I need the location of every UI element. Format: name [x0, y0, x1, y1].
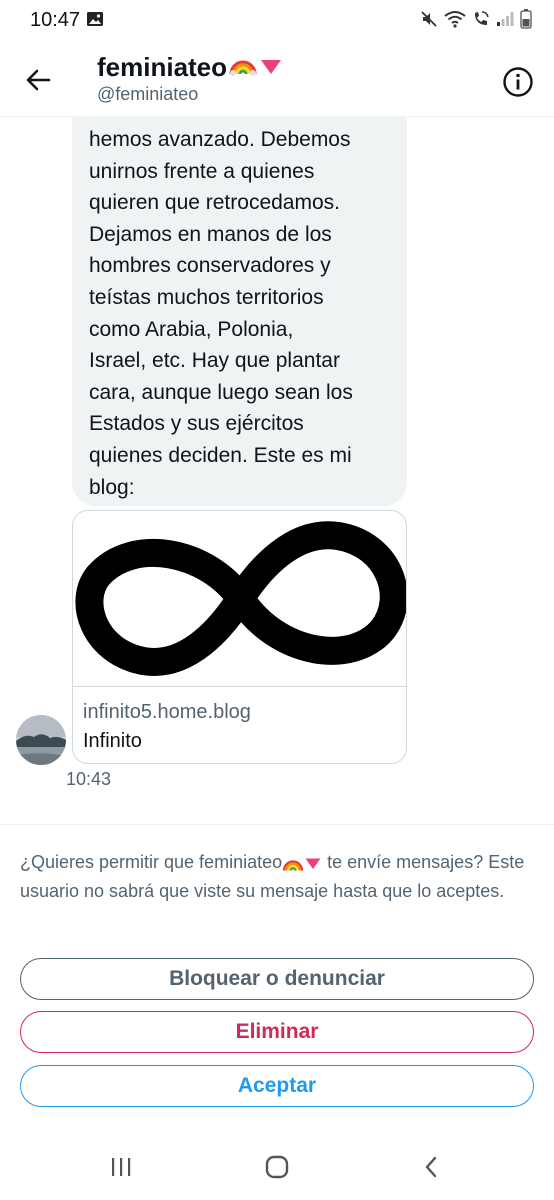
- arrow-left-icon: [25, 67, 51, 98]
- message-timestamp: 10:43: [66, 769, 112, 789]
- back-icon: [421, 1155, 441, 1184]
- battery-icon: [520, 9, 532, 34]
- card-image: [73, 511, 406, 687]
- info-icon: [502, 67, 534, 102]
- status-icons: [420, 9, 532, 34]
- home-icon: [264, 1154, 290, 1185]
- status-time: 10:47: [30, 9, 81, 31]
- conversation-header: feminiateo @feminiateo: [0, 40, 554, 117]
- user-display-name[interactable]: feminiateo: [97, 52, 283, 83]
- recents-button[interactable]: [101, 1154, 141, 1184]
- delete-label: Eliminar: [235, 1020, 319, 1043]
- navigation-bar: [0, 1140, 554, 1200]
- message-bubble: hemos avanzado. Debemos unirnos frente a…: [72, 116, 407, 506]
- delete-button[interactable]: Eliminar: [20, 1011, 534, 1053]
- red-triangle-icon: [304, 855, 322, 871]
- block-report-button[interactable]: Bloquear o denunciar: [20, 958, 534, 1000]
- avatar[interactable]: [16, 715, 66, 765]
- wifi-icon: [444, 10, 466, 33]
- user-name-text: feminiateo: [97, 52, 228, 82]
- request-text-before: ¿Quieres permitir que feminiateo: [20, 852, 283, 872]
- user-handle: @feminiateo: [97, 84, 199, 104]
- card-title: Infinito: [83, 730, 142, 752]
- rainbow-emoji-icon: [282, 854, 304, 872]
- back-button[interactable]: [20, 64, 56, 100]
- wifi-call-icon: [472, 10, 490, 33]
- message-request-prompt: ¿Quieres permitir que feminiateo te enví…: [20, 848, 535, 906]
- image-icon: [86, 10, 104, 33]
- divider: [0, 824, 554, 825]
- home-button[interactable]: [257, 1154, 297, 1184]
- status-bar: 10:47: [0, 0, 554, 40]
- accept-button[interactable]: Aceptar: [20, 1065, 534, 1107]
- accept-label: Aceptar: [237, 1074, 317, 1097]
- message-text: hemos avanzado. Debemos unirnos frente a…: [89, 128, 353, 499]
- infinity-symbol-image: [75, 521, 406, 676]
- recents-icon: [109, 1156, 133, 1183]
- red-triangle-icon: [259, 52, 283, 83]
- rainbow-emoji-icon: [229, 52, 257, 83]
- link-preview-card[interactable]: infinito5.home.blog Infinito: [72, 510, 407, 764]
- signal-icon: [496, 11, 514, 32]
- mute-icon: [420, 10, 438, 33]
- card-domain: infinito5.home.blog: [83, 701, 251, 723]
- system-back-button[interactable]: [411, 1154, 451, 1184]
- info-button[interactable]: [502, 66, 536, 100]
- block-report-label: Bloquear o denunciar: [169, 967, 385, 990]
